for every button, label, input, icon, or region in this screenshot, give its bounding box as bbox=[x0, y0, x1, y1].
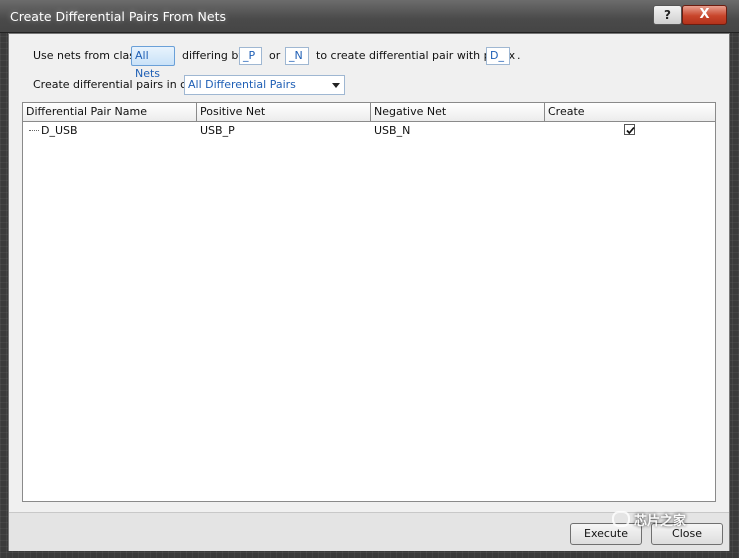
differing-by-label: differing by bbox=[182, 49, 245, 62]
watermark-text: 芯片之家 bbox=[634, 514, 687, 529]
negative-net-cell: USB_N bbox=[374, 124, 411, 137]
column-header-negative-net[interactable]: Negative Net bbox=[371, 103, 545, 121]
dialog-content: Use nets from class All Nets differing b… bbox=[8, 33, 730, 551]
table-header: Differential Pair Name Positive Net Nega… bbox=[23, 103, 715, 122]
dialog-title: Create Differential Pairs From Nets bbox=[10, 9, 226, 24]
positive-suffix-input[interactable]: _P bbox=[239, 47, 262, 65]
column-header-create[interactable]: Create bbox=[545, 103, 715, 121]
create-checkbox[interactable] bbox=[624, 124, 635, 135]
net-class-selector[interactable]: All Nets bbox=[131, 46, 175, 80]
pairs-class-value: All Differential Pairs bbox=[188, 78, 296, 91]
pairs-table[interactable]: Differential Pair Name Positive Net Nega… bbox=[22, 102, 716, 502]
use-nets-label: Use nets from class bbox=[33, 49, 141, 62]
dialog-window: Create Differential Pairs From Nets ? X … bbox=[0, 0, 739, 558]
positive-net-cell: USB_P bbox=[200, 124, 235, 137]
help-button[interactable]: ? bbox=[653, 5, 682, 25]
pairs-class-label: Create differential pairs in class bbox=[33, 78, 208, 91]
tree-connector bbox=[29, 130, 39, 131]
trailing-dot: . bbox=[517, 49, 521, 62]
title-bar[interactable]: Create Differential Pairs From Nets ? X bbox=[0, 0, 739, 33]
column-header-positive-net[interactable]: Positive Net bbox=[197, 103, 371, 121]
close-window-button[interactable]: X bbox=[682, 5, 727, 25]
chevron-down-icon bbox=[332, 83, 340, 88]
watermark: 芯片之家 bbox=[612, 510, 686, 529]
or-label: or bbox=[269, 49, 281, 62]
wechat-icon bbox=[612, 511, 630, 527]
column-header-pair-name[interactable]: Differential Pair Name bbox=[23, 103, 197, 121]
pair-name-cell: D_USB bbox=[41, 124, 78, 137]
checkmark-icon bbox=[626, 126, 635, 135]
pairs-class-dropdown[interactable]: All Differential Pairs bbox=[184, 75, 345, 95]
prefix-input[interactable]: D_ bbox=[486, 47, 510, 65]
negative-suffix-input[interactable]: _N bbox=[285, 47, 309, 65]
